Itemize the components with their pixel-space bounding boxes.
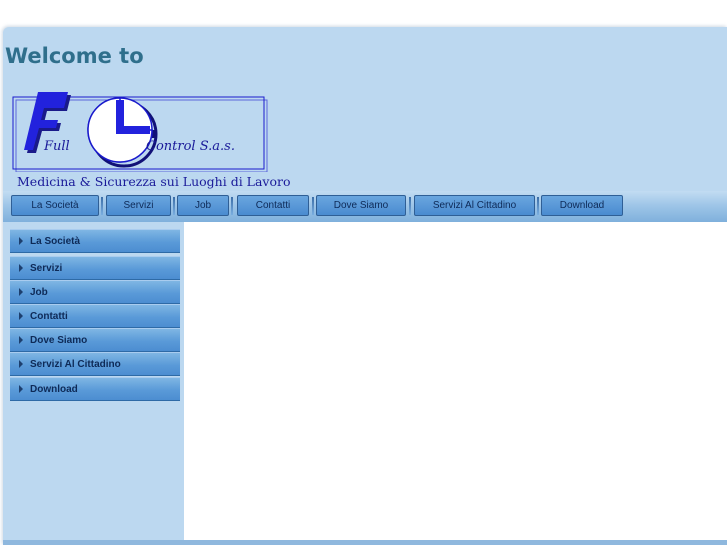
welcome-heading: Welcome to: [5, 44, 144, 68]
bottom-border: [3, 540, 727, 545]
topnav-item-servizi[interactable]: Servizi: [106, 195, 171, 216]
tagline: Medicina & Sicurezza sui Luoghi di Lavor…: [17, 174, 291, 189]
topnav-separator: [409, 197, 411, 215]
sidebar-item-label: Servizi: [30, 262, 63, 274]
topnav-separator: [231, 197, 233, 215]
sidebar-item-contatti[interactable]: Contatti: [10, 304, 180, 328]
topnav-item-servizi-al-cittadino[interactable]: Servizi Al Cittadino: [414, 195, 535, 216]
sidebar-item-label: La Società: [30, 235, 81, 247]
caret-right-icon: [19, 264, 23, 272]
sidebar-item-label: Contatti: [30, 310, 68, 322]
logo-word-full: Full: [43, 139, 70, 154]
top-navigation: La Società Servizi Job Contatti Dove Sia…: [3, 191, 727, 222]
topnav-separator: [173, 197, 175, 215]
caret-right-icon: [19, 385, 23, 393]
topnav-item-dove-siamo[interactable]: Dove Siamo: [316, 195, 406, 216]
caret-right-icon: [19, 288, 23, 296]
main-content: [184, 222, 727, 540]
sidebar-item-servizi[interactable]: Servizi: [10, 256, 180, 280]
company-logo: Full Control S.a.s.: [12, 92, 268, 172]
sidebar-item-label: Download: [30, 383, 78, 395]
sidebar-item-la-societa[interactable]: La Società: [10, 229, 180, 253]
sidebar: La Società Servizi Job Contatti Dove Sia…: [3, 222, 184, 542]
caret-right-icon: [19, 312, 23, 320]
sidebar-item-label: Job: [30, 286, 48, 298]
topnav-separator: [312, 197, 314, 215]
caret-right-icon: [19, 336, 23, 344]
sidebar-item-dove-siamo[interactable]: Dove Siamo: [10, 328, 180, 352]
caret-right-icon: [19, 237, 23, 245]
sidebar-item-servizi-al-cittadino[interactable]: Servizi Al Cittadino: [10, 352, 180, 376]
sidebar-item-job[interactable]: Job: [10, 280, 180, 304]
topnav-item-contatti[interactable]: Contatti: [237, 195, 309, 216]
topnav-item-download[interactable]: Download: [541, 195, 623, 216]
sidebar-item-label: Servizi Al Cittadino: [30, 358, 121, 370]
caret-right-icon: [19, 360, 23, 368]
topnav-separator: [101, 197, 103, 215]
logo-word-control: Control S.a.s.: [146, 139, 235, 154]
sidebar-item-label: Dove Siamo: [30, 334, 88, 346]
topnav-item-la-societa[interactable]: La Società: [11, 195, 99, 216]
topnav-item-job[interactable]: Job: [177, 195, 229, 216]
sidebar-item-download[interactable]: Download: [10, 377, 180, 401]
topnav-separator: [537, 197, 539, 215]
